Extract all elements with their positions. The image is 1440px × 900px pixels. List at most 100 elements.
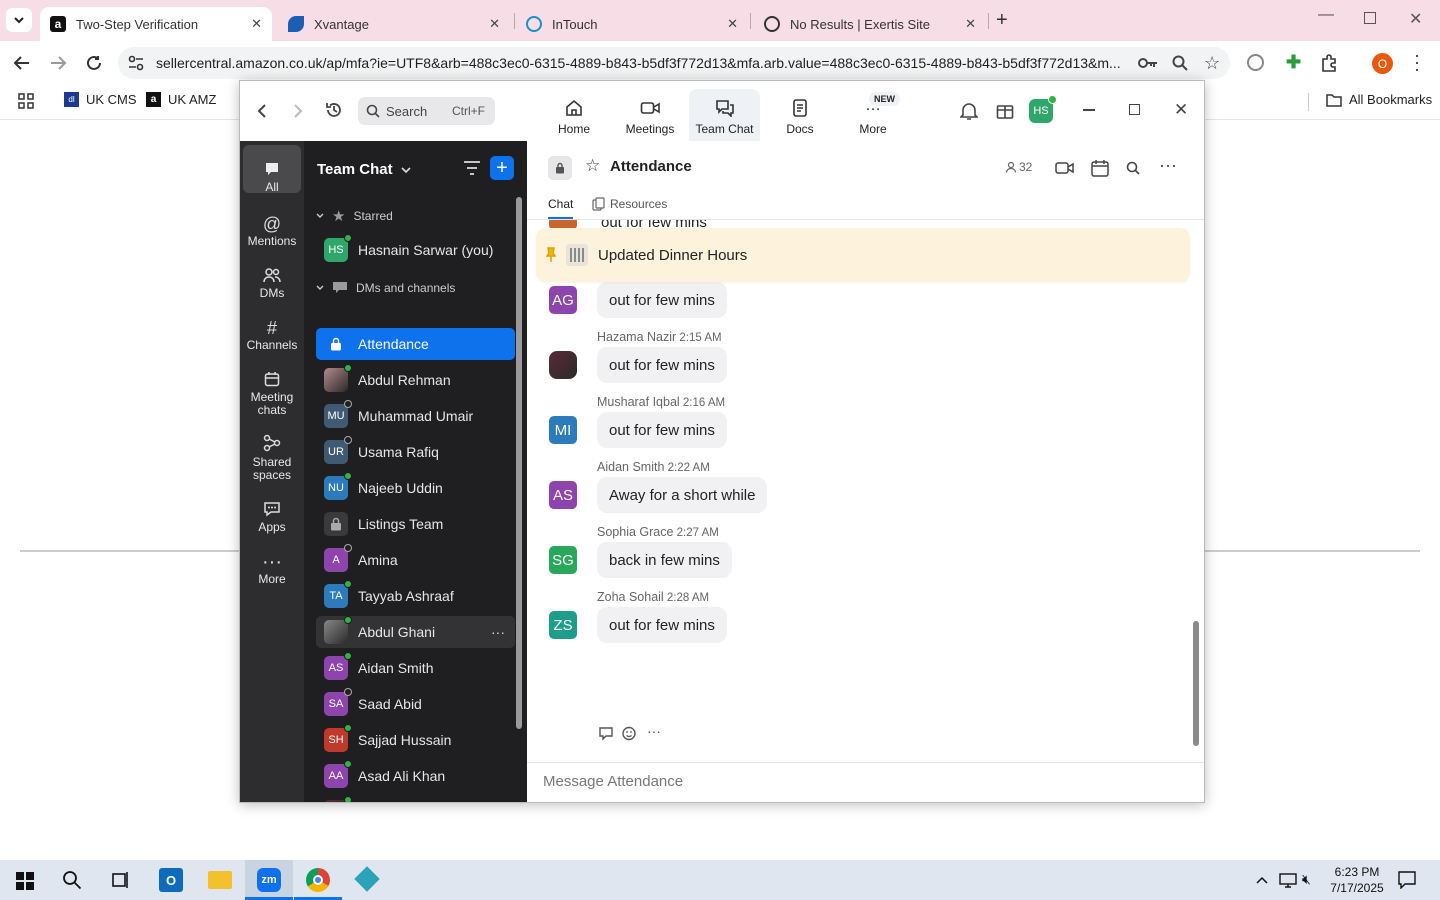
maximize-icon[interactable]	[1129, 104, 1140, 115]
user-avatar[interactable]: HS	[1029, 95, 1057, 123]
sidebar-item-hazama-nazir[interactable]: Hazama Nazir	[316, 796, 515, 802]
nav-tab-team-chat[interactable]: Team Chat	[689, 89, 760, 141]
browser-tab-exertis[interactable]: No Results | Exertis Site ✕	[754, 7, 986, 41]
rail-dms[interactable]: DMs	[243, 257, 301, 300]
sidebar-item-listings-team[interactable]: Listings Team	[316, 508, 515, 540]
filter-icon[interactable]	[464, 161, 480, 175]
minimize-window-icon[interactable]: —	[1318, 6, 1334, 24]
message-avatar[interactable]: MI	[549, 416, 577, 444]
team-chat-title[interactable]: Team Chat	[317, 161, 411, 178]
search-icon[interactable]	[1126, 161, 1140, 175]
zoom-magnifier-icon[interactable]	[1172, 55, 1188, 71]
section-starred[interactable]: ★ Starred	[316, 207, 393, 225]
sender-name[interactable]: Aidan Smith	[597, 460, 664, 474]
bell-icon[interactable]	[960, 101, 978, 121]
row-more-icon[interactable]: ···	[491, 624, 505, 640]
calendar-icon[interactable]	[1091, 159, 1109, 177]
browser-tab-xvantage[interactable]: Xvantage ✕	[278, 7, 510, 41]
sidebar-item-asad-ali-khan[interactable]: AA Asad Ali Khan	[316, 760, 515, 792]
rail-all[interactable]: All	[243, 145, 301, 194]
zoom-taskbar-item[interactable]: zm	[245, 860, 293, 900]
bookmark-uk-amz[interactable]: a UK AMZ	[146, 92, 216, 107]
message-input[interactable]: Message Attendance	[543, 773, 1183, 790]
sender-name[interactable]: Zoha Sohail	[597, 590, 664, 604]
bookmark-star-icon[interactable]: ☆	[1204, 53, 1220, 74]
message-avatar[interactable]: ZS	[549, 611, 577, 639]
nav-tab-meetings[interactable]: Meetings	[618, 99, 682, 136]
sidebar-item-abdul-ghani[interactable]: Abdul Ghani ···	[316, 616, 515, 648]
show-hidden-icons-chevron[interactable]	[1256, 876, 1268, 884]
nav-tab-docs[interactable]: Docs	[770, 99, 830, 136]
extensions-puzzle-icon[interactable]	[1320, 54, 1338, 72]
sidebar-item-usama-rafiq[interactable]: UR Usama Rafiq	[316, 436, 515, 468]
forward-chevron-icon[interactable]	[293, 103, 303, 119]
network-icon[interactable]	[1279, 872, 1297, 888]
app-diamond-icon[interactable]	[354, 866, 380, 892]
reload-icon[interactable]	[85, 54, 103, 72]
more-options-icon[interactable]: ···	[1159, 155, 1177, 176]
sidebar-item-attendance[interactable]: Attendance	[316, 328, 515, 360]
apps-grid-icon[interactable]	[18, 93, 34, 109]
sender-name[interactable]: Sophia Grace	[597, 525, 673, 539]
restore-window-icon[interactable]	[1364, 12, 1376, 24]
bookmark-uk-cms[interactable]: dl UK CMS	[64, 92, 137, 107]
close-tab-icon[interactable]: ✕	[251, 16, 262, 32]
sidebar-scrollbar[interactable]	[516, 197, 522, 729]
message-more-icon[interactable]: ···	[647, 723, 661, 739]
browser-tab-two-step[interactable]: a Two-Step Verification ✕	[40, 7, 272, 41]
extension-green-icon[interactable]: ✚	[1286, 52, 1301, 73]
chat-tab[interactable]: Chat	[548, 197, 574, 219]
rail-meeting-chats[interactable]: Meeting chats	[243, 361, 301, 417]
clock[interactable]: 6:23 PM 7/17/2025	[1326, 864, 1388, 896]
browser-menu-icon[interactable]: · · ·	[1414, 46, 1420, 78]
notifications-icon[interactable]	[1398, 871, 1416, 889]
gift-icon[interactable]	[996, 101, 1014, 119]
translate-icon[interactable]	[1247, 54, 1264, 71]
new-chat-button[interactable]: +	[490, 156, 514, 180]
zoom-search-box[interactable]: Search Ctrl+F	[358, 97, 495, 125]
profile-avatar[interactable]: O	[1372, 53, 1393, 74]
file-explorer-icon[interactable]	[208, 871, 232, 889]
task-view-icon[interactable]	[110, 871, 130, 889]
volume-muted-icon[interactable]: 🔇︎	[1302, 871, 1311, 888]
message-avatar[interactable]: AG	[549, 286, 577, 314]
browser-tab-intouch[interactable]: InTouch ✕	[516, 7, 748, 41]
search-icon[interactable]	[62, 870, 82, 890]
close-tab-icon[interactable]: ✕	[965, 16, 976, 32]
sidebar-item-tayyab-ashraaf[interactable]: TA Tayyab Ashraaf	[316, 580, 515, 612]
close-window-icon[interactable]: ✕	[1409, 9, 1422, 29]
favorite-star-icon[interactable]: ☆	[585, 156, 600, 176]
rail-mentions[interactable]: @ Mentions	[243, 205, 301, 248]
sender-name[interactable]: Hazama Nazir	[597, 330, 676, 344]
minimize-icon[interactable]	[1083, 109, 1095, 111]
sender-name[interactable]: Musharaf Iqbal	[597, 395, 680, 409]
add-reaction-icon[interactable]	[622, 725, 638, 741]
back-arrow-icon[interactable]	[13, 54, 31, 72]
windows-start-icon[interactable]	[16, 872, 34, 890]
message-avatar[interactable]	[549, 351, 577, 379]
back-chevron-icon[interactable]	[257, 103, 267, 119]
close-tab-icon[interactable]: ✕	[727, 16, 738, 32]
section-dms-channels[interactable]: DMs and channels	[316, 281, 455, 295]
site-settings-icon[interactable]	[128, 55, 144, 71]
sidebar-item-abdul-rehman[interactable]: Abdul Rehman	[316, 364, 515, 396]
resources-tab[interactable]: Resources	[592, 197, 667, 211]
sidebar-item-hasnain-sarwar-you[interactable]: HS Hasnain Sarwar (you)	[316, 234, 515, 266]
new-tab-button[interactable]: +	[996, 9, 1008, 32]
pinned-message-banner[interactable]: Updated Dinner Hours	[536, 228, 1190, 282]
sidebar-item-najeeb-uddin[interactable]: NU Najeeb Uddin	[316, 472, 515, 504]
history-icon[interactable]	[325, 101, 343, 119]
forward-arrow-icon[interactable]	[49, 54, 67, 72]
rail-apps[interactable]: Apps	[243, 491, 301, 534]
rail-channels[interactable]: # Channels	[243, 309, 301, 352]
chrome-taskbar-item[interactable]	[294, 860, 342, 900]
password-key-icon[interactable]	[1138, 56, 1158, 70]
sidebar-item-saad-abid[interactable]: SA Saad Abid	[316, 688, 515, 720]
chat-scrollbar[interactable]	[1193, 621, 1199, 746]
address-bar[interactable]: sellercentral.amazon.co.uk/ap/mfa?ie=UTF…	[118, 47, 1230, 79]
outlook-icon[interactable]: O	[159, 868, 183, 892]
rail-shared-spaces[interactable]: Shared spaces	[243, 426, 301, 482]
video-call-icon[interactable]	[1055, 160, 1075, 176]
message-avatar[interactable]: AS	[549, 481, 577, 509]
sidebar-item-muhammad-umair[interactable]: MU Muhammad Umair	[316, 400, 515, 432]
